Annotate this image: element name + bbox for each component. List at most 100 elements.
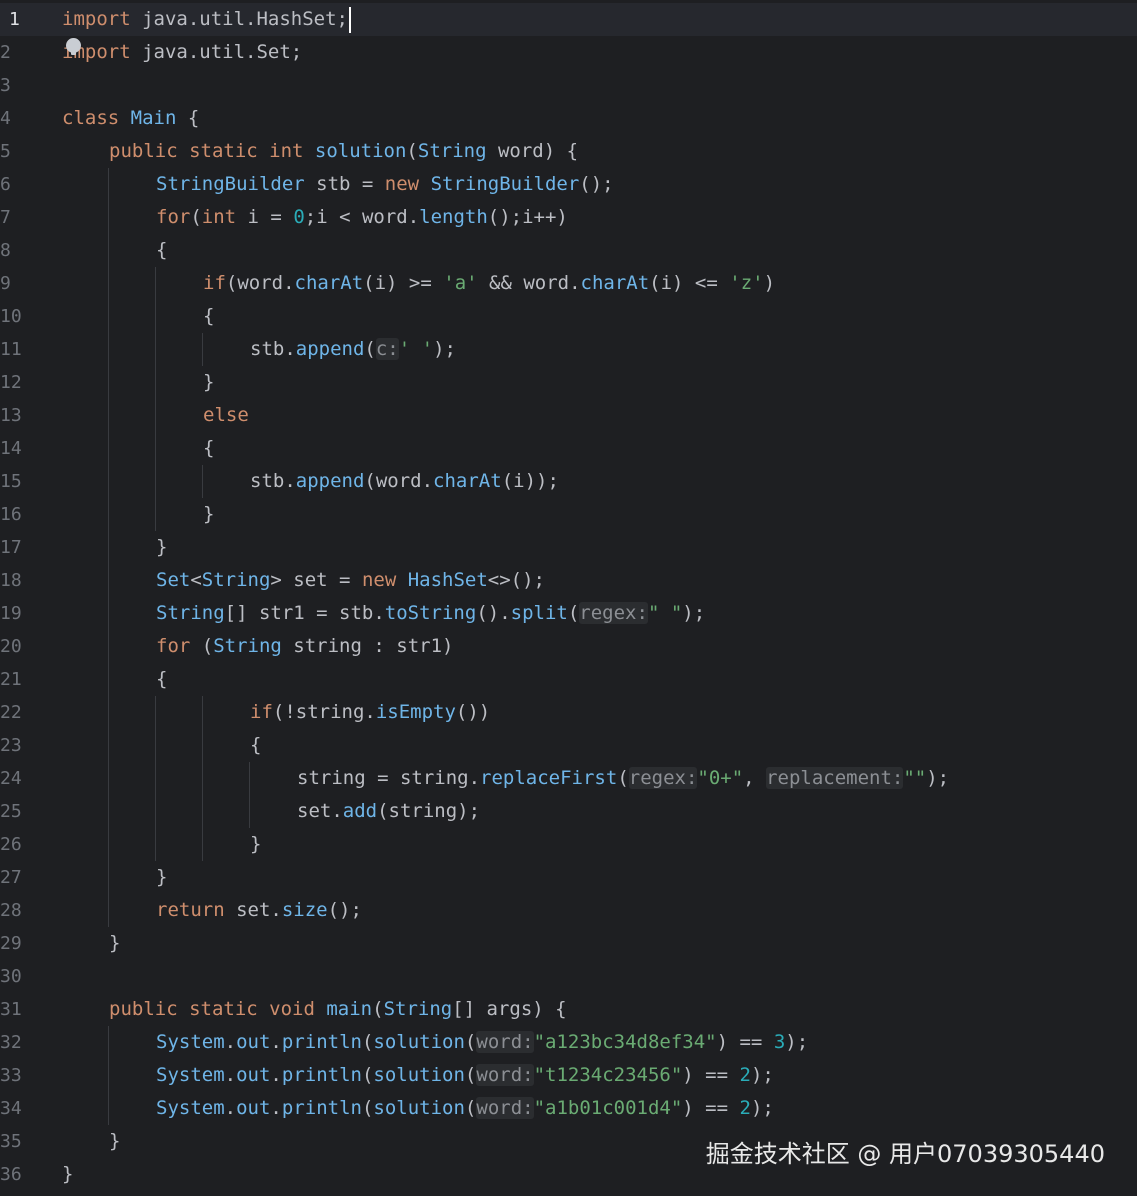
code-token: } — [109, 1130, 121, 1152]
code-token: ( — [617, 767, 629, 789]
code-text: } — [156, 531, 167, 564]
code-token: for — [156, 635, 191, 657]
line-number: 15 — [0, 471, 22, 492]
code-text: { — [250, 729, 261, 762]
code-token: 'a' — [443, 272, 478, 294]
indent-guide — [108, 300, 109, 333]
code-line[interactable]: 16} — [0, 498, 1137, 531]
code-line[interactable]: 6 StringBuilder stb = new StringBuilder()… — [0, 168, 1137, 201]
code-line[interactable]: 27} — [0, 861, 1137, 894]
code-token: ); — [750, 1064, 774, 1086]
code-line[interactable]: 30 — [0, 960, 1137, 993]
code-line[interactable]: 32 System.out.println(solution(word:"a123… — [0, 1026, 1137, 1059]
indent-guide — [202, 795, 203, 828]
code-line[interactable]: 3 — [0, 69, 1137, 102]
code-line[interactable]: 20 for (String string : str1) — [0, 630, 1137, 663]
lightbulb-icon[interactable] — [66, 38, 81, 55]
code-token: word: — [476, 1097, 534, 1119]
code-line[interactable]: 13 else — [0, 399, 1137, 432]
code-token: regex: — [579, 602, 648, 624]
indent-guide — [108, 861, 109, 894]
code-text: class Main { — [62, 102, 199, 135]
code-text: import java.util.Set; — [62, 36, 302, 69]
code-token: 2 — [739, 1064, 751, 1086]
code-line[interactable]: 15 stb.append(word.charAt(i)); — [0, 465, 1137, 498]
code-token: String — [156, 602, 225, 624]
code-token: { — [203, 437, 215, 459]
indent-guide — [108, 762, 109, 795]
code-token: && word. — [477, 272, 581, 294]
code-token: ); — [926, 767, 950, 789]
code-line[interactable]: 5 public static int solution(String word)… — [0, 135, 1137, 168]
code-line[interactable]: 11 stb.append(c:' '); — [0, 333, 1137, 366]
line-number: 31 — [0, 999, 22, 1020]
code-line[interactable]: 23 { — [0, 729, 1137, 762]
code-token: . — [224, 1064, 237, 1086]
indent-guide — [108, 432, 109, 465]
code-line[interactable]: 19 String[] str1 = stb.toString().split(r… — [0, 597, 1137, 630]
code-token: java.util.Set; — [130, 41, 303, 63]
code-line[interactable]: 29} — [0, 927, 1137, 960]
code-line[interactable]: 9 if(word.charAt(i) >= 'a' && word.charAt… — [0, 267, 1137, 300]
code-token: solution — [314, 140, 407, 162]
indent-guide — [249, 762, 250, 795]
code-token: i = — [236, 206, 294, 228]
code-line[interactable]: 1 import java.util.HashSet; — [0, 3, 1137, 36]
code-token: [] args) { — [452, 998, 567, 1020]
code-line[interactable]: 33 System.out.println(solution(word:"t123… — [0, 1059, 1137, 1092]
code-token: System — [156, 1097, 225, 1119]
indent-guide — [155, 696, 156, 729]
code-line[interactable]: 17} — [0, 531, 1137, 564]
code-line[interactable]: 34 System.out.println(solution(word:"a1b0… — [0, 1092, 1137, 1125]
line-number: 36 — [0, 1164, 22, 1185]
code-text: else — [203, 399, 249, 432]
code-token: < — [190, 569, 202, 591]
line-number: 24 — [0, 768, 22, 789]
code-line[interactable]: 2 import java.util.Set; — [0, 36, 1137, 69]
code-text: string = string.replaceFirst(regex:"0+",… — [297, 762, 949, 795]
code-line[interactable]: 18 Set<String> set = new HashSet<>(); — [0, 564, 1137, 597]
code-token: println — [281, 1031, 362, 1053]
code-token: java.util.HashSet; — [130, 8, 348, 30]
code-line[interactable]: 14 { — [0, 432, 1137, 465]
line-number: 14 — [0, 438, 22, 459]
code-token: size — [281, 899, 328, 921]
code-text: StringBuilder stb = new StringBuilder(); — [156, 168, 614, 201]
code-line[interactable]: 21 { — [0, 663, 1137, 696]
code-token: string = string. — [297, 767, 481, 789]
line-number: 9 — [0, 273, 11, 294]
indent-guide — [202, 729, 203, 762]
code-line[interactable]: 25 set.add(string); — [0, 795, 1137, 828]
code-line[interactable]: 8{ — [0, 234, 1137, 267]
code-token: Main — [130, 107, 177, 129]
code-line[interactable]: 4 class Main { — [0, 102, 1137, 135]
code-token: regex: — [628, 767, 698, 789]
code-line[interactable]: 31 public static void main(String[] args)… — [0, 993, 1137, 1026]
code-token: if — [250, 701, 273, 723]
code-text: return set.size(); — [156, 894, 362, 927]
indent-guide — [155, 300, 156, 333]
indent-guide — [108, 630, 109, 663]
code-token: return — [156, 899, 225, 921]
code-line[interactable]: 28 return set.size(); — [0, 894, 1137, 927]
code-token: for — [156, 206, 191, 228]
code-editor[interactable]: 1 import java.util.HashSet; 2 import java.u… — [0, 3, 1137, 1191]
code-token: replaceFirst — [480, 767, 618, 789]
code-token: } — [156, 866, 168, 888]
code-line[interactable]: 10 { — [0, 300, 1137, 333]
line-number: 29 — [0, 933, 22, 954]
code-token: System — [156, 1064, 225, 1086]
code-token: ); — [433, 338, 456, 360]
code-line[interactable]: 12} — [0, 366, 1137, 399]
line-number: 30 — [0, 966, 22, 987]
line-number: 22 — [0, 702, 22, 723]
code-line[interactable]: 7 for(int i = 0;i < word.length();i++) — [0, 201, 1137, 234]
code-line[interactable]: 22 if(!string.isEmpty()) — [0, 696, 1137, 729]
code-token: string : str1) — [281, 635, 454, 657]
code-token: ( — [464, 1064, 477, 1086]
indent-guide — [108, 399, 109, 432]
indent-guide — [155, 795, 156, 828]
code-text: { — [203, 300, 214, 333]
code-line[interactable]: 24 string = string.replaceFirst(regex:"0+… — [0, 762, 1137, 795]
code-line[interactable]: 26} — [0, 828, 1137, 861]
